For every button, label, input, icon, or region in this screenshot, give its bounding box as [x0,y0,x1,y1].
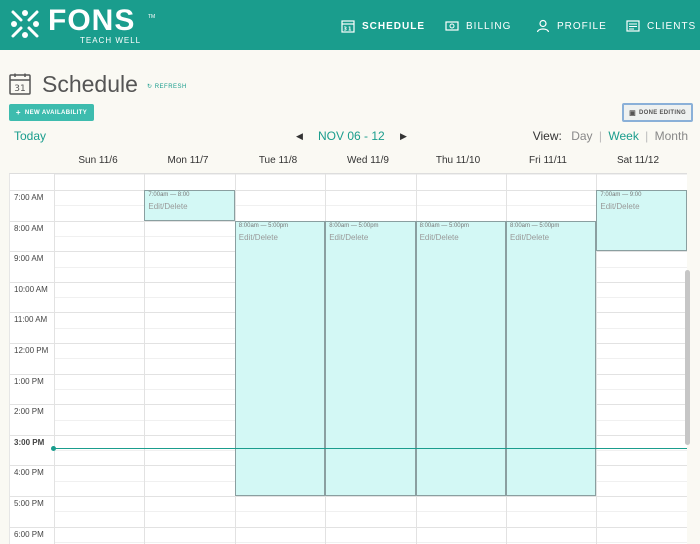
new-availability-label: NEW AVAILABILITY [24,109,88,116]
event-time: 8:00am — 5:00pm [419,222,469,229]
billing-icon [445,21,459,31]
half-hour-line [54,541,687,543]
availability-event[interactable]: 8:00am — 5:00pm Edit/Delete [325,220,416,496]
half-hour-line [54,511,687,513]
view-day[interactable]: Day [571,129,592,143]
day-column-line [54,174,55,544]
refresh-label: REFRESH [154,84,187,90]
time-label: 4:00 PM [14,468,44,478]
event-time: 8:00am — 5:00pm [510,222,560,229]
nav-clients[interactable]: CLIENTS [626,18,696,34]
nav-schedule[interactable]: 31 SCHEDULE [341,18,425,34]
availability-event[interactable]: 8:00am — 5:00pm Edit/Delete [506,220,597,496]
new-availability-button[interactable]: + NEW AVAILABILITY [9,104,94,121]
time-label: 5:00 PM [14,499,44,508]
grid-line [54,174,687,175]
nav-profile-label: PROFILE [557,20,607,32]
view-week[interactable]: Week [608,129,638,143]
event-time: 7:00am — 8:00 [148,192,190,198]
event-edit-delete-link[interactable]: Edit/Delete [600,202,639,211]
time-label: 1:00 PM [14,376,44,386]
availability-event[interactable]: 7:00am — 8:00 Edit/Delete [144,190,235,221]
page-title: Schedule [42,71,138,97]
view-switcher: View: Day | Week | Month [533,129,688,143]
availability-event[interactable]: 8:00am — 5:00pm Edit/Delete [415,220,506,496]
nav-schedule-label: SCHEDULE [362,20,426,32]
top-navigation-bar: FONS TM TEACH WELL 31 SCHEDULE BILLING P… [0,0,700,50]
refresh-link[interactable]: ↻ REFRESH [147,83,187,90]
done-editing-label: DONE EDITING [638,109,686,116]
nav-profile[interactable]: PROFILE [536,18,607,34]
save-icon: ▣ [629,109,636,117]
hour-line [10,526,687,528]
refresh-icon: ↻ [147,84,153,90]
date-range: NOV 06 - 12 [318,129,385,143]
nav-billing-label: BILLING [466,20,512,32]
plus-icon: + [15,108,21,117]
view-month[interactable]: Month [655,129,688,143]
calendar-title-icon: 31 [9,73,31,95]
time-label: 2:00 PM [14,407,44,417]
event-edit-delete-link[interactable]: Edit/Delete [329,233,368,242]
event-time: 8:00am — 5:00pm [329,222,379,229]
nav-billing[interactable]: BILLING [445,18,511,34]
week-grid[interactable]: 7:00 AM 8:00 AM 9:00 AM 10:00 AM 11:00 AM 12:… [9,173,687,544]
day-header-sat: Sat 11/12 [616,155,660,166]
event-time: 8:00am — 5:00pm [238,222,289,229]
done-editing-button[interactable]: ▣ DONE EDITING [622,103,693,122]
time-label: 8:00 AM [14,223,44,233]
view-label: View: [532,129,562,143]
time-label: 6:00 PM [14,529,44,539]
day-header-tue: Tue 11/8 [258,155,298,166]
svg-text:31: 31 [344,27,353,33]
day-header-fri: Fri 11/11 [529,155,567,166]
view-separator: | [645,129,649,143]
fons-logo[interactable]: FONS TM TEACH WELL [8,4,155,45]
day-header-wed: Wed 11/9 [347,155,389,166]
view-separator: | [598,129,603,143]
brand-tagline: TEACH WELL [80,36,142,45]
hour-line [10,496,687,497]
calendar-icon: 31 [341,20,355,33]
event-edit-delete-link[interactable]: Edit/Delete [420,233,459,242]
event-edit-delete-link[interactable]: Edit/Delete [510,233,549,242]
day-column-line [144,174,146,544]
time-label: 10:00 AM [14,284,48,294]
trademark: TM [148,14,156,20]
day-header-thu: Thu 11/10 [435,155,481,166]
svg-text:31: 31 [14,84,25,94]
next-week-arrow-icon[interactable]: ▶ [400,131,407,142]
user-icon [536,19,550,33]
time-label: 11:00 AM [14,315,48,325]
grid-scrollbar[interactable] [685,270,690,445]
today-button[interactable]: Today [14,129,46,143]
nav-clients-label: CLIENTS [647,20,697,32]
availability-event[interactable]: 7:00am — 9:00 Edit/Delete [596,190,687,252]
event-time: 7:00am — 9:00 [600,192,642,198]
current-time-dot [51,445,56,451]
clients-icon [626,20,640,32]
event-edit-delete-link[interactable]: Edit/Delete [239,233,278,242]
time-label: 7:00 AM [14,193,44,202]
time-label: 3:00 PM [14,437,45,447]
time-label: 9:00 AM [14,254,44,264]
prev-week-arrow-icon[interactable]: ◀ [296,131,303,142]
day-header-mon: Mon 11/7 [167,155,209,166]
brand-name: FONS [48,4,136,37]
event-edit-delete-link[interactable]: Edit/Delete [148,202,187,211]
availability-event[interactable]: 8:00am — 5:00pm Edit/Delete [234,220,326,496]
fons-logo-mark-icon [11,10,39,38]
hour-line [10,190,687,191]
current-time-line [54,447,687,449]
time-label: 12:00 PM [14,346,49,355]
day-header-sun: Sun 11/6 [78,155,118,166]
